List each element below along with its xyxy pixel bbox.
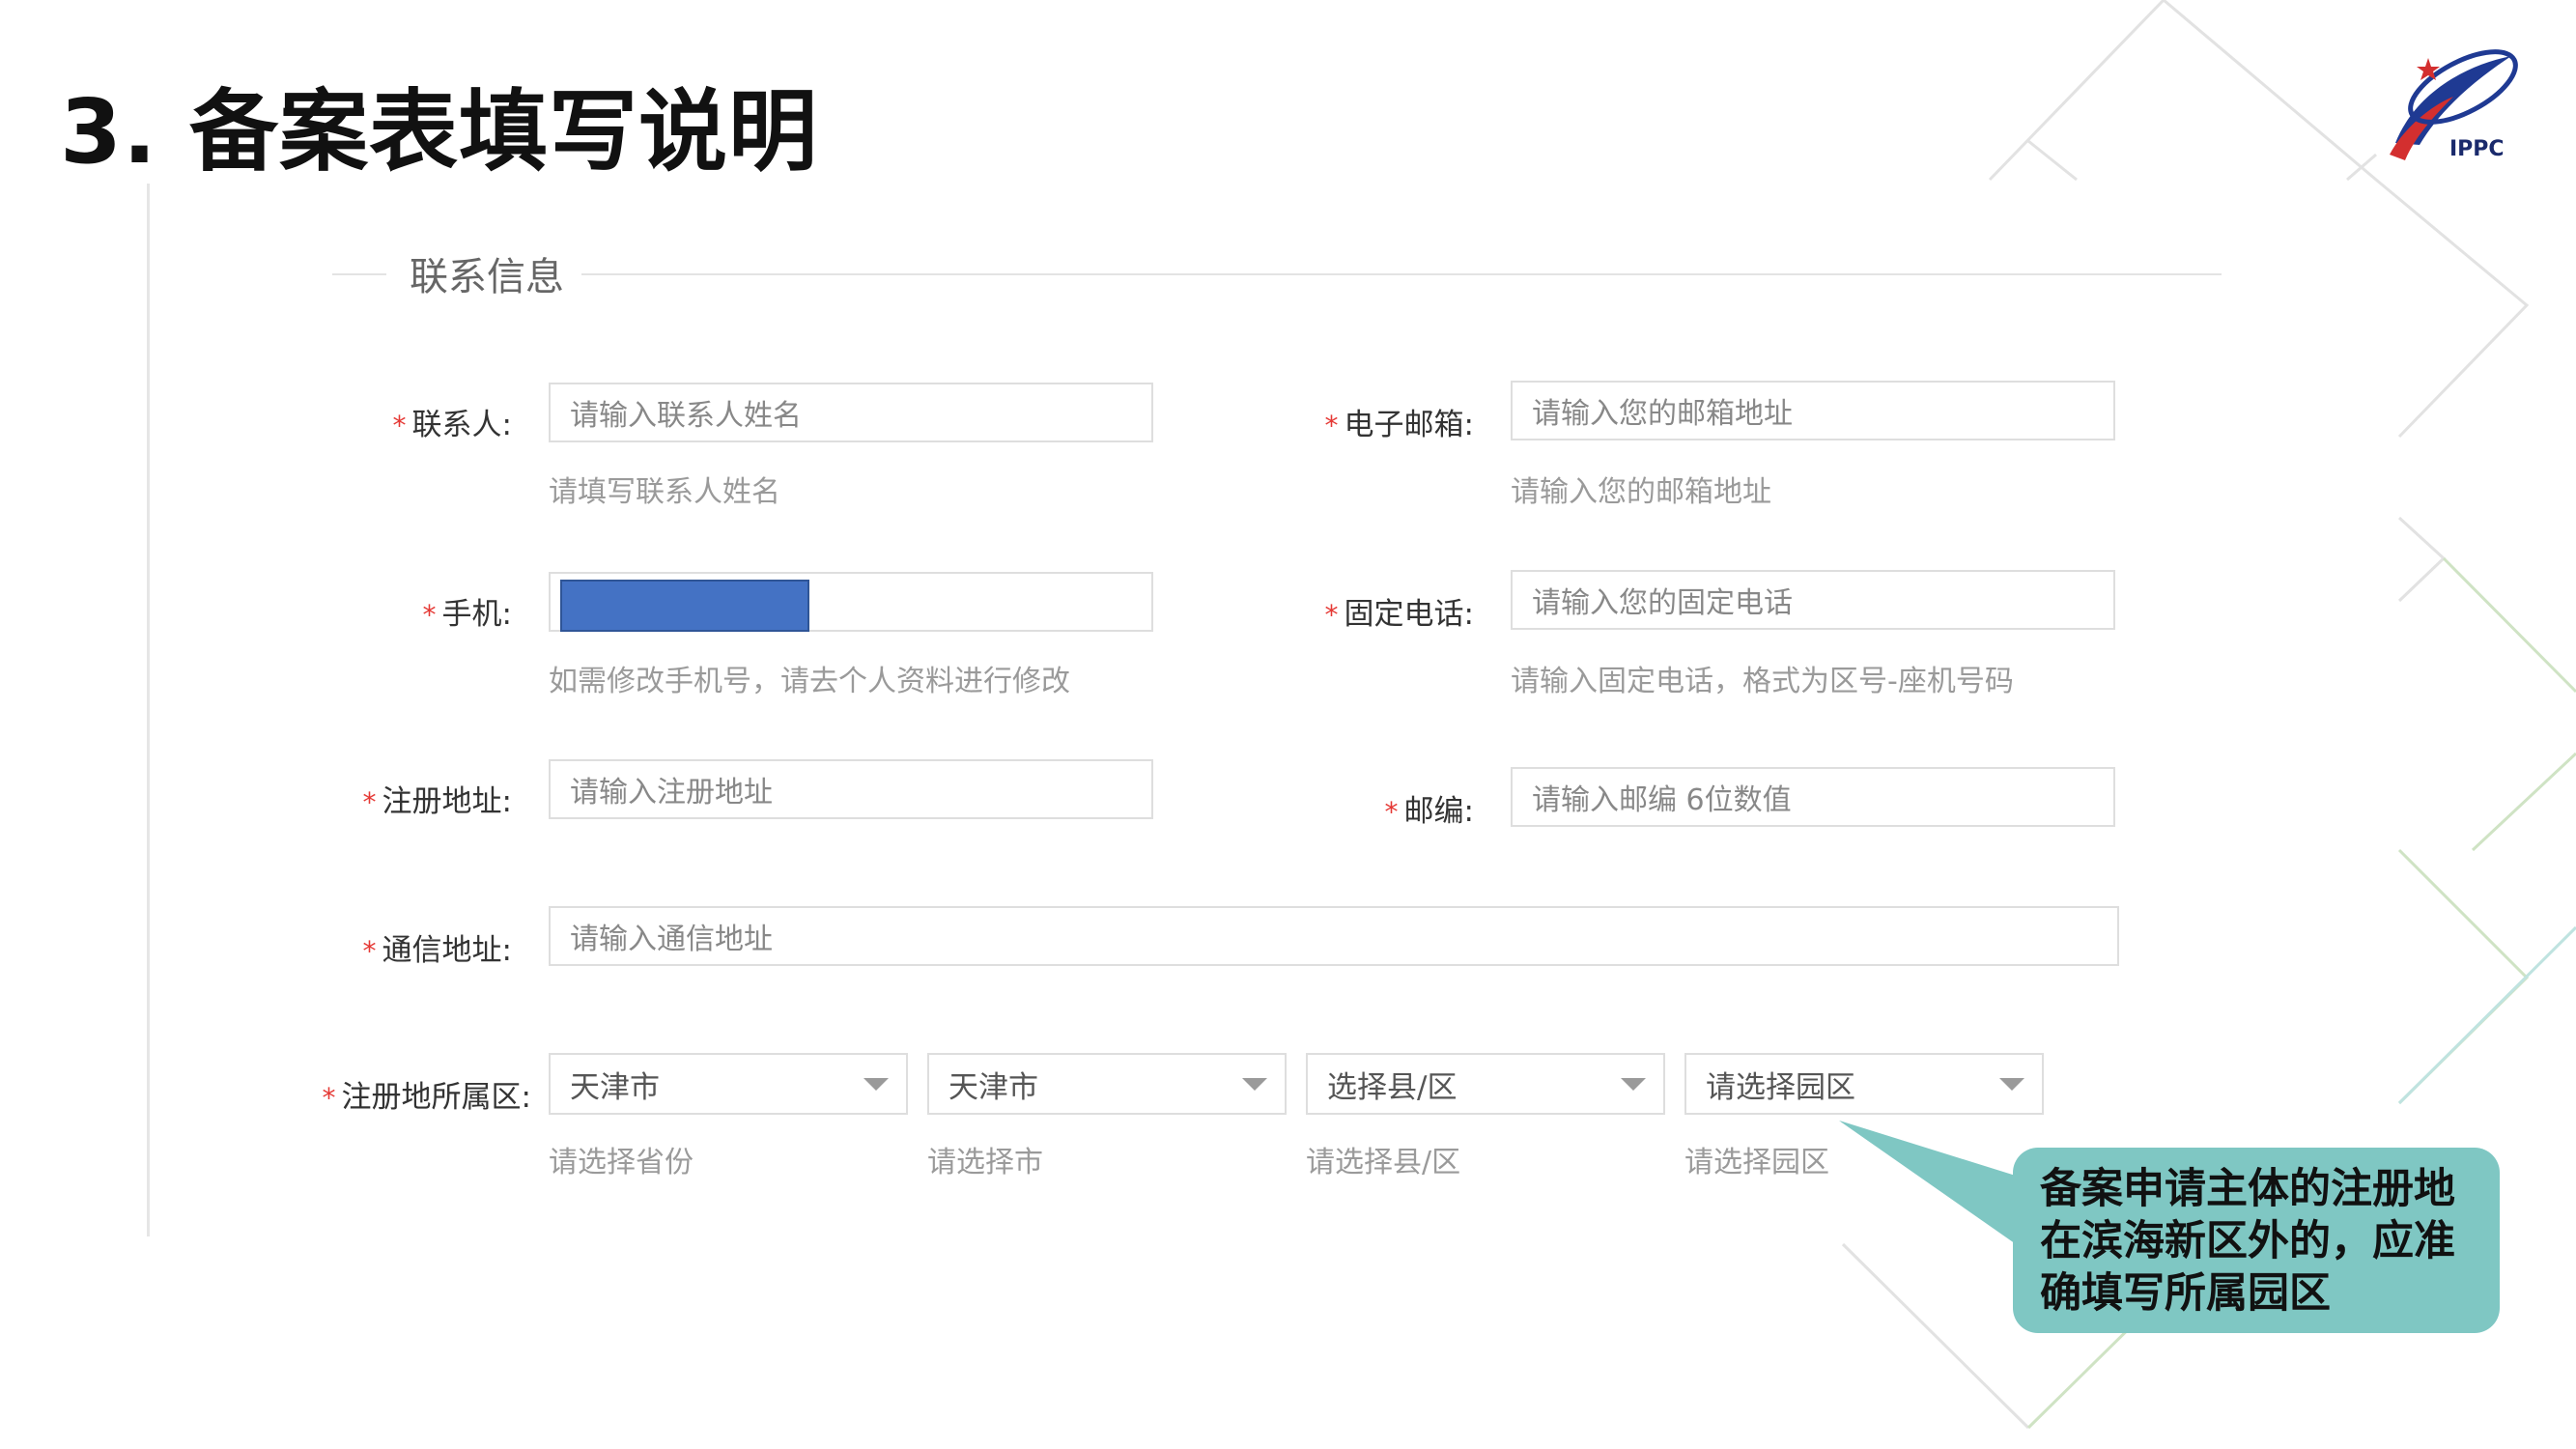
required-mark: * <box>362 786 377 818</box>
postcode-label-text: 邮编: <box>1403 794 1474 829</box>
section-divider-left <box>332 273 386 275</box>
landline-label: * 固定电话: <box>1088 589 1474 633</box>
county-select-value: 选择县/区 <box>1327 1069 1458 1105</box>
landline-input[interactable]: 请输入您的固定电话 <box>1511 570 2115 630</box>
postcode-label: * 邮编: <box>1088 786 1474 830</box>
email-label: * 电子邮箱: <box>1088 400 1474 443</box>
city-select-value: 天津市 <box>948 1069 1038 1105</box>
callout-text: 备案申请主体的注册地在滨海新区外的，应准确填写所属园区 <box>2040 1165 2455 1318</box>
region-label: * 注册地所属区: <box>145 1072 531 1116</box>
contact-label-text: 联系人: <box>411 408 512 442</box>
contact-placeholder: 请输入联系人姓名 <box>570 399 802 433</box>
email-input[interactable]: 请输入您的邮箱地址 <box>1511 381 2115 440</box>
chevron-down-icon <box>1621 1078 1646 1091</box>
required-mark: * <box>422 599 437 631</box>
city-hint: 请选择市 <box>927 1146 1043 1179</box>
park-hint: 请选择园区 <box>1684 1146 1829 1179</box>
park-select-value: 请选择园区 <box>1706 1069 1855 1105</box>
masked-phone-value <box>560 580 809 632</box>
landline-hint: 请输入固定电话，格式为区号-座机号码 <box>1511 665 2014 698</box>
mail-address-label-text: 通信地址: <box>382 933 512 968</box>
required-mark: * <box>1324 599 1339 631</box>
email-label-text: 电子邮箱: <box>1344 408 1474 442</box>
city-select[interactable]: 天津市 <box>927 1053 1287 1115</box>
required-mark: * <box>322 1082 336 1114</box>
logo-label: IPPC <box>2449 137 2505 161</box>
county-select[interactable]: 选择县/区 <box>1306 1053 1665 1115</box>
chevron-down-icon <box>1999 1078 2024 1091</box>
email-placeholder: 请输入您的邮箱地址 <box>1532 397 1793 431</box>
province-hint: 请选择省份 <box>549 1146 694 1179</box>
mobile-label: * 手机: <box>126 589 512 633</box>
section-title: 联系信息 <box>392 245 581 301</box>
mail-address-input[interactable]: 请输入通信地址 <box>549 906 2119 966</box>
chevron-down-icon <box>863 1078 889 1091</box>
email-hint: 请输入您的邮箱地址 <box>1511 475 1771 509</box>
reg-address-label-text: 注册地址: <box>382 784 512 819</box>
mail-address-label: * 通信地址: <box>126 925 512 969</box>
required-mark: * <box>1384 796 1399 828</box>
province-select-value: 天津市 <box>570 1069 660 1105</box>
reg-address-label: * 注册地址: <box>126 777 512 820</box>
park-select[interactable]: 请选择园区 <box>1684 1053 2044 1115</box>
contact-label: * 联系人: <box>126 400 512 443</box>
mail-address-placeholder: 请输入通信地址 <box>570 923 773 956</box>
contact-hint: 请填写联系人姓名 <box>549 475 780 509</box>
province-select[interactable]: 天津市 <box>549 1053 908 1115</box>
region-label-text: 注册地所属区: <box>341 1080 531 1115</box>
reg-address-placeholder: 请输入注册地址 <box>570 776 773 810</box>
required-mark: * <box>1324 410 1339 441</box>
landline-placeholder: 请输入您的固定电话 <box>1532 586 1793 620</box>
mobile-hint: 如需修改手机号，请去个人资料进行修改 <box>549 665 1070 698</box>
postcode-input[interactable]: 请输入邮编 6位数值 <box>1511 767 2115 827</box>
mobile-label-text: 手机: <box>441 597 512 632</box>
slide-title: 3. 备案表填写说明 <box>60 80 818 184</box>
required-mark: * <box>362 935 377 967</box>
section-divider-right <box>576 273 2222 275</box>
landline-label-text: 固定电话: <box>1344 597 1474 632</box>
required-mark: * <box>392 410 407 441</box>
chevron-down-icon <box>1242 1078 1267 1091</box>
contact-input[interactable]: 请输入联系人姓名 <box>549 383 1153 442</box>
postcode-placeholder: 请输入邮编 6位数值 <box>1532 783 1792 817</box>
county-hint: 请选择县/区 <box>1306 1146 1461 1179</box>
reg-address-input[interactable]: 请输入注册地址 <box>549 759 1153 819</box>
